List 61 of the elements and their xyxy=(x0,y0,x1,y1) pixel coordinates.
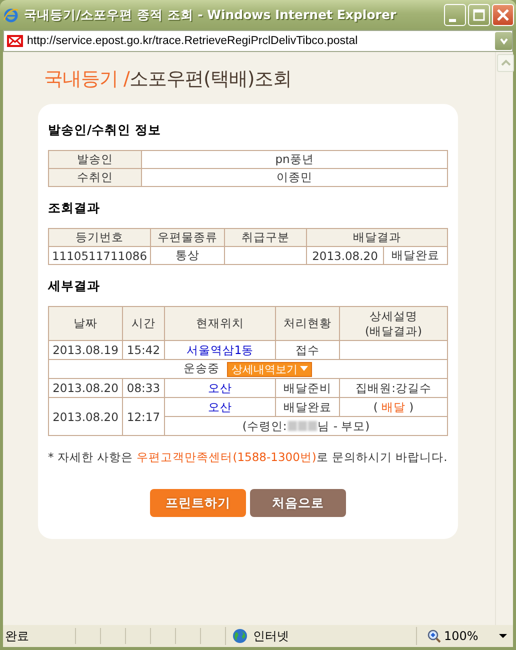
table-cell: 1110511711086 xyxy=(48,246,150,264)
field-label: 수취인 xyxy=(48,168,142,186)
caret-icon xyxy=(499,634,508,638)
column-header: 우편물종류 xyxy=(150,228,224,246)
column-header: 취급구분 xyxy=(224,228,306,246)
maximize-button[interactable] xyxy=(468,4,490,26)
page-title: 소포우편(택배)조회 xyxy=(129,68,292,90)
envelope-icon xyxy=(7,35,23,47)
table-cell: 2013.08.20 xyxy=(48,378,122,398)
column-header: 상세설명 (배달결과) xyxy=(340,306,448,340)
table-cell: 집배원:강길수 xyxy=(340,378,448,398)
table-cell: 배달완료 xyxy=(384,246,448,264)
receiver-relation: 님 - 부모) xyxy=(318,418,370,432)
blurred-name-icon xyxy=(288,421,317,432)
minimize-button[interactable] xyxy=(444,4,466,26)
section-heading: 발송인/수취인 정보 xyxy=(48,122,162,139)
table-cell: ( 배달 ) xyxy=(340,398,448,416)
column-header: 배달결과 xyxy=(306,228,448,246)
table-cell: 2013.08.20 xyxy=(48,398,122,436)
table-cell: 15:42 xyxy=(122,340,164,360)
chevron-down-icon xyxy=(498,36,508,46)
table-cell: 통상 xyxy=(150,246,224,264)
note-text: * 자세한 사항은 우편고객만족센터(1588-1300번)로 문의하시기 바랍니다. xyxy=(48,449,448,465)
zoom-icon xyxy=(427,629,441,643)
status-text: 완료 xyxy=(4,628,30,644)
location-link[interactable]: 오산 xyxy=(208,380,232,394)
table-cell: 12:17 xyxy=(122,398,164,436)
transit-status: 운송중 xyxy=(184,361,220,376)
minimize-icon xyxy=(449,18,456,22)
column-header: 처리현황 xyxy=(276,306,340,340)
scroll-up-button[interactable] xyxy=(497,54,514,72)
section-heading: 조회결과 xyxy=(48,200,101,217)
globe-icon xyxy=(232,628,248,644)
table-cell: 배달완료 xyxy=(276,398,340,416)
browser-logo-icon xyxy=(3,7,19,23)
chevron-up-icon xyxy=(500,59,510,67)
table-cell: 배달준비 xyxy=(276,378,340,398)
table-cell: 접수 xyxy=(276,340,340,360)
field-value: 이종민 xyxy=(142,168,448,186)
page-title-category: 국내등기 / xyxy=(44,68,130,90)
caret-icon xyxy=(300,366,308,372)
column-header: 날짜 xyxy=(48,306,122,340)
address-field[interactable]: http://service.epost.go.kr/trace.RetrieveRegiPrclDelivTibco.postal xyxy=(3,30,513,52)
section-heading: 세부결과 xyxy=(48,278,101,295)
url-text: http://service.epost.go.kr/trace.RetrieveRegiPrclDelivTibco.postal xyxy=(27,35,359,47)
zone-text: 인터넷 xyxy=(253,628,289,644)
table-cell: 2013.08.19 xyxy=(48,340,122,360)
location-link[interactable]: 오산 xyxy=(208,400,232,414)
column-header: 시간 xyxy=(122,306,164,340)
window-title: 국내등기/소포우편 종적 조회 - Windows Internet Explorer xyxy=(24,6,398,24)
column-header: 등기번호 xyxy=(48,228,150,246)
column-header: 현재위치 xyxy=(164,306,276,340)
close-button[interactable] xyxy=(492,4,514,26)
home-button[interactable]: 처음으로 xyxy=(250,489,346,517)
zoom-button[interactable]: 100% xyxy=(416,627,513,645)
table-cell: 08:33 xyxy=(122,378,164,398)
field-label: 발송인 xyxy=(48,150,142,168)
table-cell: 2013.08.20 xyxy=(306,246,384,264)
field-value: pn풍년 xyxy=(142,150,448,168)
receiver-label: (수령인: xyxy=(242,418,287,432)
dropdown-button[interactable] xyxy=(495,32,512,50)
